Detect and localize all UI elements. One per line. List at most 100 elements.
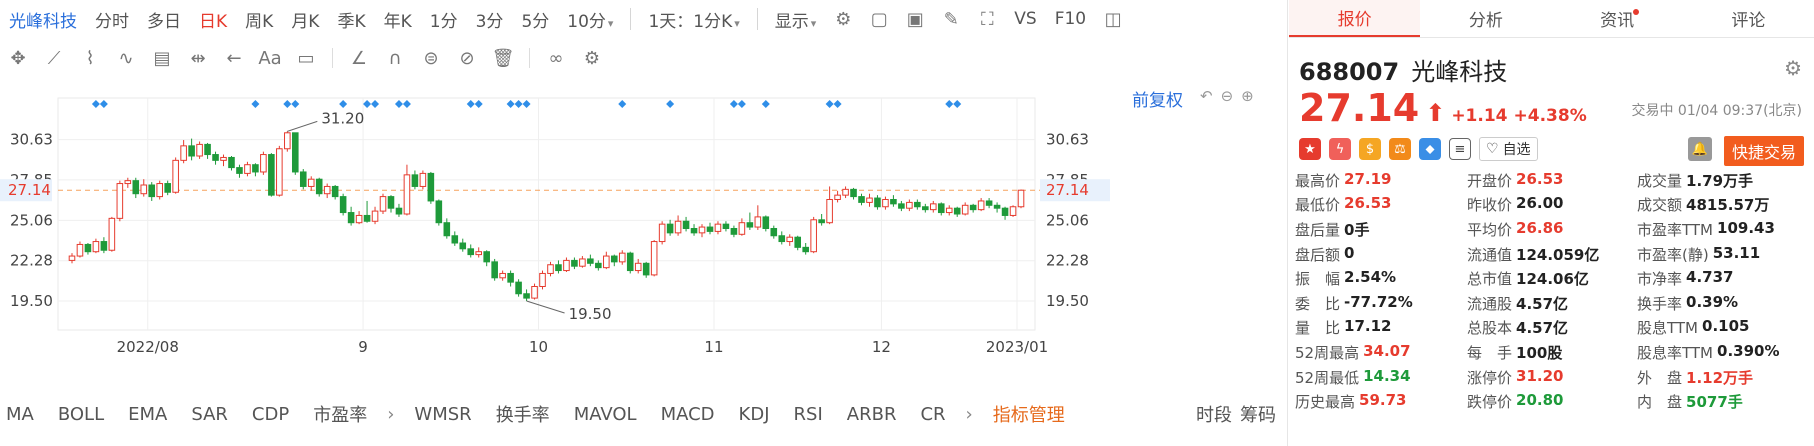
camera-icon[interactable]: ▣: [902, 6, 928, 32]
link-icon[interactable]: ∞: [544, 45, 568, 71]
quote-label: 平均价: [1467, 220, 1513, 239]
undo-icon[interactable]: ↶: [1200, 87, 1213, 105]
zoom-in-icon[interactable]: ⊕: [1241, 87, 1254, 105]
indicator-pe[interactable]: 市盈率: [301, 401, 379, 427]
last-price: 27.14: [1299, 86, 1420, 130]
candle-body: [714, 223, 722, 232]
vs-button[interactable]: VS: [1005, 9, 1045, 29]
hide-drawing-icon[interactable]: ⊘: [455, 45, 479, 71]
balance-icon[interactable]: ⚖: [1389, 138, 1411, 160]
period-monthly[interactable]: 月K: [282, 7, 328, 32]
candle-body: [618, 252, 626, 263]
indicator-macd[interactable]: MACD: [649, 404, 727, 425]
period-daily[interactable]: 日K: [190, 7, 236, 32]
period-weekly[interactable]: 周K: [236, 7, 282, 32]
range-tool-icon[interactable]: ⇹: [186, 45, 210, 71]
comment-tool-icon[interactable]: ▭: [294, 45, 318, 71]
price-row: 27.14 ⬆ +1.14 +4.38%: [1299, 86, 1587, 130]
period-10min[interactable]: 10分: [558, 7, 622, 32]
x-tick-label: 12: [872, 338, 891, 356]
candle-body: [890, 199, 897, 205]
tab-quote[interactable]: 报价: [1289, 0, 1421, 37]
indicator-mavol[interactable]: MAVOL: [562, 404, 649, 425]
fibonacci-tool-icon[interactable]: ▤: [150, 45, 174, 71]
coins-icon[interactable]: $: [1359, 138, 1381, 160]
period-1min[interactable]: 1分: [421, 7, 467, 32]
gear-icon[interactable]: ⚙: [830, 6, 856, 32]
tab-analysis[interactable]: 分析: [1420, 0, 1551, 37]
quote-cell: 最低价 26.53: [1295, 194, 1467, 215]
bell-icon[interactable]: 🔔: [1688, 137, 1712, 161]
candle-body: [132, 180, 140, 195]
trash-icon[interactable]: 🗑: [491, 45, 515, 71]
quick-trade-button[interactable]: 快捷交易: [1723, 136, 1804, 166]
candle-body: [706, 226, 714, 232]
adjust-select[interactable]: 前复权: [1132, 86, 1183, 111]
zoom-out-icon[interactable]: ⊖: [1221, 87, 1234, 105]
quote-label: 最低价: [1295, 196, 1341, 215]
indicator-kdj[interactable]: KDJ: [727, 404, 782, 425]
tab-news[interactable]: 资讯: [1552, 0, 1683, 37]
indicator-rsi[interactable]: RSI: [782, 404, 835, 425]
period-multiday[interactable]: 多日: [138, 7, 190, 32]
move-icon[interactable]: ✥: [6, 45, 30, 71]
stock-name-link[interactable]: 光峰科技: [0, 7, 86, 32]
candle-body: [914, 201, 921, 208]
indicator-turnover[interactable]: 换手率: [484, 401, 562, 427]
wave-tool-icon[interactable]: ∿: [114, 45, 138, 71]
candle-body: [427, 172, 435, 202]
china-flag-icon[interactable]: ★: [1299, 138, 1321, 160]
chevron-right-icon[interactable]: ›: [958, 404, 981, 425]
chevron-right-icon[interactable]: ›: [379, 404, 402, 425]
text-tool-icon[interactable]: Aa: [258, 45, 282, 71]
indicator-cdp[interactable]: CDP: [240, 404, 301, 425]
period-5min[interactable]: 5分: [512, 7, 558, 32]
indicator-manage-button[interactable]: 指标管理: [981, 401, 1077, 427]
quote-cell: 52周最高 34.07: [1295, 342, 1467, 363]
gear-icon[interactable]: ⚙: [1784, 56, 1802, 80]
indicator-sar[interactable]: SAR: [179, 404, 240, 425]
add-watchlist-button[interactable]: ♡ 自选: [1479, 137, 1538, 161]
period-3min[interactable]: 3分: [467, 7, 513, 32]
period-yearly[interactable]: 年K: [375, 7, 421, 32]
candle-body: [315, 178, 323, 195]
chips-button[interactable]: 筹码: [1236, 401, 1288, 427]
fullscreen-icon[interactable]: ⛶: [974, 6, 1000, 32]
panel-toggle-icon[interactable]: ◫: [1100, 6, 1126, 32]
kline-svg[interactable]: 30.6330.6327.8527.8525.0625.0622.2822.28…: [0, 80, 1288, 390]
candle-body: [722, 223, 730, 229]
interval-select[interactable]: 1天：1分K: [639, 7, 748, 32]
display-menu[interactable]: 显示: [766, 7, 826, 32]
lock-drawing-icon[interactable]: ⊜: [419, 45, 443, 71]
tag-icon[interactable]: ⬥: [1419, 138, 1441, 160]
settings-icon[interactable]: ⚙: [580, 45, 604, 71]
angle-tool-icon[interactable]: ∠: [347, 45, 371, 71]
pen-icon[interactable]: ✎: [938, 6, 964, 32]
candle-body: [922, 206, 929, 211]
line-tool-icon[interactable]: ⟋: [42, 45, 66, 71]
tab-comments[interactable]: 评论: [1683, 0, 1814, 37]
candle-body: [794, 236, 802, 248]
indicator-wmsr[interactable]: WMSR: [402, 404, 483, 425]
arrow-tool-icon[interactable]: ←: [222, 45, 246, 71]
lightning-icon[interactable]: ϟ: [1329, 138, 1351, 160]
indicator-ma[interactable]: MA: [0, 404, 46, 425]
candle-body: [834, 194, 841, 201]
period-quarterly[interactable]: 季K: [328, 7, 374, 32]
kline-chart[interactable]: 30.6330.6327.8527.8525.0625.0622.2822.28…: [0, 80, 1288, 390]
indicator-ema[interactable]: EMA: [116, 404, 179, 425]
f10-button[interactable]: F10: [1046, 9, 1095, 29]
note-icon[interactable]: ≡: [1449, 138, 1471, 160]
period-intraday[interactable]: 分时: [86, 7, 138, 32]
indicator-arbr[interactable]: ARBR: [835, 404, 909, 425]
polyline-tool-icon[interactable]: ⌇: [78, 45, 102, 71]
magnet-icon[interactable]: ∩: [383, 45, 407, 71]
candle-body: [1017, 189, 1025, 208]
indicator-boll[interactable]: BOLL: [46, 404, 116, 425]
candle-body: [826, 199, 833, 224]
quote-value: 1.12万手: [1686, 368, 1754, 387]
indicator-cr[interactable]: CR: [908, 404, 957, 425]
square-icon[interactable]: ▢: [866, 6, 892, 32]
quote-row: 量 比 17.12 总股本 4.57亿 股息TTM 0.105: [1295, 316, 1808, 341]
time-segment-button[interactable]: 时段: [1184, 401, 1236, 427]
